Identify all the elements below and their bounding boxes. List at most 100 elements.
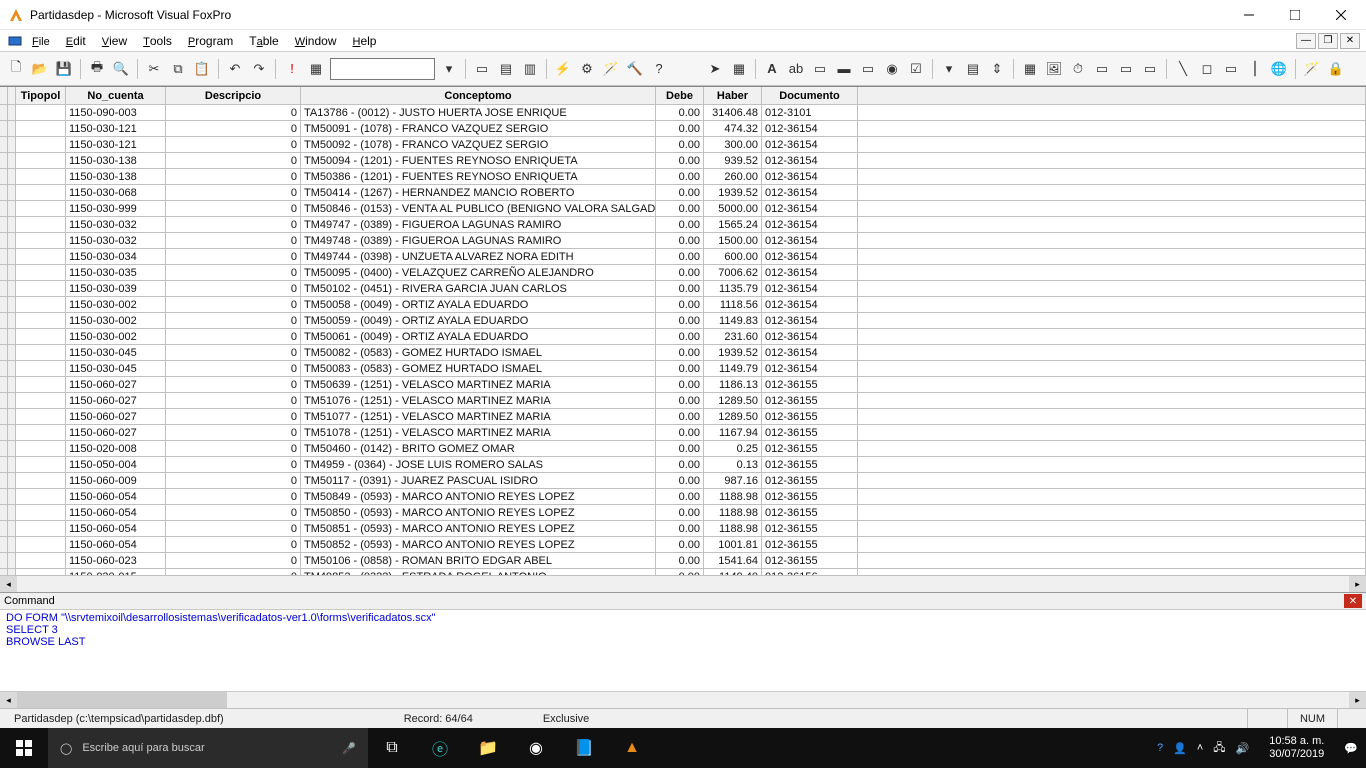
scroll-left-icon[interactable]: ◂	[0, 576, 17, 593]
line-icon[interactable]: ╲	[1172, 58, 1194, 80]
ole-icon[interactable]: ▭	[1115, 58, 1137, 80]
builder2-icon[interactable]: 🪄	[1301, 58, 1323, 80]
maximize-button[interactable]	[1272, 0, 1318, 30]
col-tipopol[interactable]: Tipopol	[16, 87, 66, 105]
open-icon[interactable]: 📂	[29, 58, 51, 80]
mdi-minimize-button[interactable]: —	[1296, 33, 1316, 49]
copy-icon[interactable]: ⧉	[167, 58, 189, 80]
people-icon[interactable]: 👤	[1173, 742, 1187, 755]
table-row[interactable]: 1150-060-0540TM50852 - (0593) - MARCO AN…	[0, 537, 1366, 553]
foxpro-task-icon[interactable]: ▲	[608, 728, 656, 768]
start-button[interactable]	[0, 728, 48, 768]
table-row[interactable]: 1150-060-0270TM51078 - (1251) - VELASCO …	[0, 425, 1366, 441]
menu-help[interactable]: Help	[344, 32, 384, 50]
notifications-icon[interactable]: 💬	[1344, 742, 1358, 755]
option-icon[interactable]: ◉	[881, 58, 903, 80]
table-row[interactable]: 1150-030-0320TM49748 - (0389) - FIGUEROA…	[0, 233, 1366, 249]
list-icon[interactable]: ▤	[962, 58, 984, 80]
view-window-icon[interactable]: ▦	[728, 58, 750, 80]
table-row[interactable]: 1150-090-0030TA13786 - (0012) - JUSTO HU…	[0, 105, 1366, 121]
table-row[interactable]: 1150-060-0270TM51077 - (1251) - VELASCO …	[0, 409, 1366, 425]
col-conceptomo[interactable]: Conceptomo	[301, 87, 656, 105]
buttongroup-icon[interactable]: ▭	[857, 58, 879, 80]
table-row[interactable]: 1150-030-0680TM50414 - (1267) - HERNANDE…	[0, 185, 1366, 201]
autoform-icon[interactable]: ⚡	[552, 58, 574, 80]
pageframe-icon[interactable]: ▭	[1091, 58, 1113, 80]
edge-icon[interactable]: ⓔ	[416, 728, 464, 768]
taskbar-search[interactable]: ◯ Escribe aquí para buscar 🎤	[48, 728, 368, 768]
paste-icon[interactable]: 📋	[191, 58, 213, 80]
menu-window[interactable]: Window	[287, 32, 345, 50]
editbox-icon[interactable]: ▭	[809, 58, 831, 80]
table-row[interactable]: 1150-060-0090TM50117 - (0391) - JUAREZ P…	[0, 473, 1366, 489]
table-row[interactable]: 1150-030-0020TM50058 - (0049) - ORTIZ AY…	[0, 297, 1366, 313]
olebound-icon[interactable]: ▭	[1139, 58, 1161, 80]
command-body[interactable]: DO FORM "\\srvtemixoil\desarrollosistema…	[0, 610, 1366, 691]
new-icon[interactable]: 🗋	[5, 58, 27, 80]
menu-view[interactable]: View	[94, 32, 135, 50]
horizontal-scrollbar[interactable]: ◂ ▸	[0, 575, 1366, 592]
modify-icon[interactable]: ▦	[305, 58, 327, 80]
notepad-icon[interactable]: 📘	[560, 728, 608, 768]
chrome-icon[interactable]: ◉	[512, 728, 560, 768]
table-row[interactable]: 1150-060-0540TM50850 - (0593) - MARCO AN…	[0, 505, 1366, 521]
taskbar-clock[interactable]: 10:58 a. m. 30/07/2019	[1259, 735, 1334, 761]
table-row[interactable]: 1150-050-0040TM4959 - (0364) - JOSE LUIS…	[0, 457, 1366, 473]
run-icon[interactable]: !	[281, 58, 303, 80]
save-icon[interactable]: 💾	[53, 58, 75, 80]
table-row[interactable]: 1150-030-0350TM50095 - (0400) - VELAZQUE…	[0, 265, 1366, 281]
grid-icon[interactable]: ▦	[1019, 58, 1041, 80]
table-row[interactable]: 1150-030-1210TM50091 - (1078) - FRANCO V…	[0, 121, 1366, 137]
help-icon[interactable]: ?	[648, 58, 670, 80]
close-button[interactable]	[1318, 0, 1364, 30]
preview-icon[interactable]: 🔍	[110, 58, 132, 80]
label-icon[interactable]: ▥	[519, 58, 541, 80]
table-row[interactable]: 1150-030-0450TM50083 - (0583) - GOMEZ HU…	[0, 361, 1366, 377]
check-icon[interactable]: ☑	[905, 58, 927, 80]
combo-icon[interactable]: ▾	[938, 58, 960, 80]
explorer-icon[interactable]: 📁	[464, 728, 512, 768]
mdi-restore-button[interactable]: ❐	[1318, 33, 1338, 49]
table-row[interactable]: 1150-030-0390TM50102 - (0451) - RIVERA G…	[0, 281, 1366, 297]
menu-program[interactable]: Program	[180, 32, 241, 50]
form-icon[interactable]: ▭	[471, 58, 493, 80]
help-tray-icon[interactable]: ?	[1157, 742, 1163, 754]
table-row[interactable]: 1150-030-1210TM50092 - (1078) - FRANCO V…	[0, 137, 1366, 153]
textbox-icon[interactable]: ab	[785, 58, 807, 80]
tray-chevron-icon[interactable]: ˄	[1197, 742, 1203, 754]
image-icon[interactable]: 🖼	[1043, 58, 1065, 80]
minimize-button[interactable]	[1226, 0, 1272, 30]
button-icon[interactable]: ▬	[833, 58, 855, 80]
table-row[interactable]: 1150-030-1380TM50094 - (1201) - FUENTES …	[0, 153, 1366, 169]
volume-icon[interactable]: 🔊	[1236, 742, 1250, 755]
dropdown-icon[interactable]: ▾	[438, 58, 460, 80]
menu-table[interactable]: Table	[241, 32, 286, 50]
hyperlink-icon[interactable]: 🌐	[1268, 58, 1290, 80]
scroll-right-icon[interactable]: ▸	[1349, 576, 1366, 593]
browse-grid[interactable]: Tipopol No_cuenta Descripcio Conceptomo …	[0, 86, 1366, 592]
table-row[interactable]: 1150-020-0080TM50460 - (0142) - BRITO GO…	[0, 441, 1366, 457]
print-icon[interactable]: 🖶	[86, 58, 108, 80]
table-row[interactable]: 1150-030-1380TM50386 - (1201) - FUENTES …	[0, 169, 1366, 185]
col-descripcio[interactable]: Descripcio	[166, 87, 301, 105]
shape-icon[interactable]: ◻	[1196, 58, 1218, 80]
col-documento[interactable]: Documento	[762, 87, 858, 105]
menu-edit[interactable]: Edit	[58, 32, 94, 50]
command-close-button[interactable]: ✕	[1344, 594, 1362, 608]
undo-icon[interactable]: ↶	[224, 58, 246, 80]
menu-tools[interactable]: Tools	[135, 32, 180, 50]
lock-icon[interactable]: 🔒	[1325, 58, 1347, 80]
table-row[interactable]: 1150-060-0540TM50849 - (0593) - MARCO AN…	[0, 489, 1366, 505]
table-row[interactable]: 1150-030-0020TM50059 - (0049) - ORTIZ AY…	[0, 313, 1366, 329]
table-row[interactable]: 1150-060-0230TM50106 - (0858) - ROMAN BR…	[0, 553, 1366, 569]
table-row[interactable]: 1150-060-0540TM50851 - (0593) - MARCO AN…	[0, 521, 1366, 537]
text-a-icon[interactable]: A	[761, 58, 783, 80]
wizard-icon[interactable]: 🪄	[600, 58, 622, 80]
table-row[interactable]: 1150-060-0270TM50639 - (1251) - VELASCO …	[0, 377, 1366, 393]
command-scrollbar[interactable]: ◂ ▸	[0, 691, 1366, 708]
table-row[interactable]: 1150-030-9990TM50846 - (0153) - VENTA AL…	[0, 201, 1366, 217]
separator-icon[interactable]: ⎮	[1244, 58, 1266, 80]
table-row[interactable]: 1150-060-0270TM51076 - (1251) - VELASCO …	[0, 393, 1366, 409]
network-icon[interactable]: 🖧	[1213, 739, 1225, 758]
task-view-icon[interactable]: ⧉	[368, 728, 416, 768]
